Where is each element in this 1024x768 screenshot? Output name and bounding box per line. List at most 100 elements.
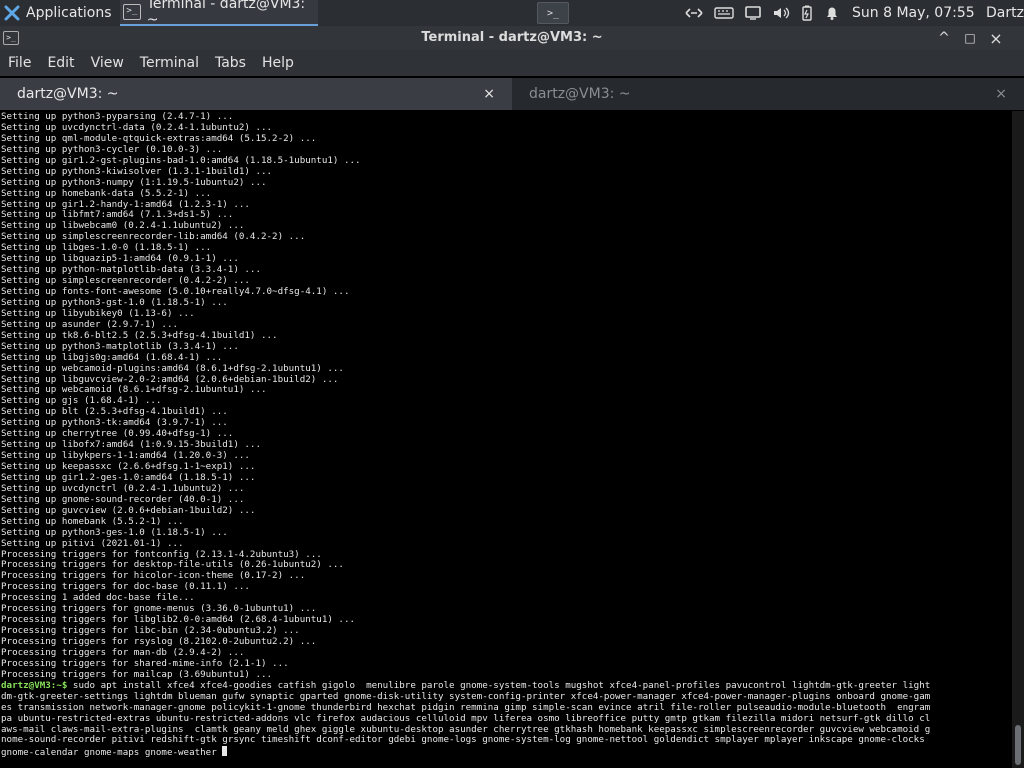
- terminal-line: Setting up libguvcview-2.0-2:amd64 (2.0.…: [1, 374, 339, 385]
- menu-help[interactable]: Help: [254, 50, 302, 76]
- terminal-line: Processing triggers for libglib2.0-0:amd…: [1, 615, 356, 626]
- terminal-line: Setting up fonts-font-awesome (5.0.10+re…: [1, 287, 350, 297]
- terminal-line: Setting up simplescreenrecorder (0.4.2-2…: [1, 276, 250, 287]
- shell-prompt: dartz@VM3:~$: [1, 680, 68, 691]
- applications-label: Applications: [26, 5, 112, 21]
- display-icon[interactable]: [744, 6, 762, 20]
- taskbar-terminal-button[interactable]: >_ Terminal - dartz@VM3: ~: [120, 0, 318, 28]
- terminal-line: Setting up uvcdynctrl (0.2.4-1.1ubuntu2)…: [1, 483, 245, 494]
- terminal-line: Setting up pitivi (2021.01-1) ...: [1, 538, 184, 549]
- minimize-button[interactable]: ^: [932, 26, 956, 50]
- terminal-line: Processing triggers for doc-base (0.11.1…: [1, 582, 250, 593]
- terminal-line: Setting up homebank-data (5.5.2-1) ...: [1, 188, 212, 199]
- terminal-line: Setting up libges-1.0-0 (1.18.5-1) ...: [1, 243, 212, 254]
- command-line: dartz@VM3:~$ sudo apt install xfce4 xfce…: [1, 681, 1011, 692]
- command-line: pa ubuntu-restricted-extras ubuntu-restr…: [1, 714, 1011, 725]
- taskbar-terminal-label: Terminal - dartz@VM3: ~: [146, 0, 306, 28]
- terminal-line: Setting up gir1.2-gst-plugins-bad-1.0:am…: [1, 155, 361, 166]
- maximize-button[interactable]: □: [958, 26, 982, 50]
- terminal-scrollbar[interactable]: [1012, 111, 1024, 768]
- terminal-line: Setting up python3-cycler (0.10.0-3) ...: [1, 144, 223, 155]
- terminal-line: Setting up libykpers-1-1:amd64 (1.20.0-3…: [1, 451, 250, 462]
- terminal-line: Processing triggers for fontconfig (2.13…: [1, 549, 322, 560]
- menu-view[interactable]: View: [83, 50, 132, 76]
- terminal-line: Setting up simplescreenrecorder-lib:amd6…: [1, 232, 306, 243]
- user-menu[interactable]: Dartz: [986, 0, 1024, 26]
- menu-file[interactable]: File: [0, 50, 39, 76]
- terminal-line: Setting up libquazip5-1:amd64 (0.9.1-1) …: [1, 254, 239, 265]
- terminal-line: Setting up gjs (1.68.4-1) ...: [1, 396, 162, 407]
- terminal-line: Setting up python3-gst-1.0 (1.18.5-1) ..…: [1, 297, 228, 308]
- terminal-line: Processing triggers for libc-bin (2.34-0…: [1, 626, 300, 637]
- menu-terminal[interactable]: Terminal: [132, 50, 207, 76]
- battery-icon[interactable]: [800, 5, 814, 21]
- terminal-launcher-button[interactable]: >_: [537, 2, 569, 24]
- terminal-line: Setting up webcamoid-plugins:amd64 (8.6.…: [1, 363, 344, 374]
- applications-menu[interactable]: Applications: [4, 0, 112, 26]
- terminal-line: Setting up libwebcam0 (0.2.4-1.1ubuntu2)…: [1, 221, 245, 232]
- tab-inactive[interactable]: dartz@VM3: ~ ×: [512, 78, 1024, 110]
- terminal-line: Processing triggers for hicolor-icon-the…: [1, 571, 306, 582]
- command-line: dm-gtk-greeter-settings lightdm blueman …: [1, 692, 1011, 703]
- menu-tabs[interactable]: Tabs: [207, 50, 254, 76]
- terminal-line: Setting up homebank (5.5.2-1) ...: [1, 516, 184, 527]
- terminal-line: Setting up gir1.2-handy-1:amd64 (1.2.3-1…: [1, 199, 250, 210]
- command-text: nome-sound-recorder pitivi redshift-gtk …: [1, 735, 931, 746]
- scrollbar-thumb[interactable]: [1015, 725, 1021, 765]
- terminal-launcher-icon: >_: [546, 7, 560, 19]
- terminal-lines: Setting up python3-pyparsing (2.4.7-1) .…: [1, 112, 1011, 757]
- command-text: aws-mail claws-mail-extra-plugins clamtk…: [1, 724, 931, 735]
- tab-label: dartz@VM3: ~: [529, 86, 631, 102]
- terminal-line: Processing triggers for man-db (2.9.4-2)…: [1, 647, 245, 658]
- terminal-line: Processing triggers for mailcap (3.69ubu…: [1, 669, 273, 680]
- command-text: pa ubuntu-restricted-extras ubuntu-restr…: [1, 713, 931, 724]
- terminal-line: Setting up blt (2.5.3+dfsg-4.1build1) ..…: [1, 407, 228, 418]
- command-text: sudo apt install xfce4 xfce4-goodies cat…: [67, 680, 931, 691]
- tab-close-button[interactable]: ×: [483, 78, 495, 110]
- clock[interactable]: Sun 8 May, 07:55: [852, 0, 975, 26]
- terminal-line: Setting up python3-ges-1.0 (1.18.5-1) ..…: [1, 527, 228, 538]
- window-title: Terminal - dartz@VM3: ~: [421, 30, 603, 45]
- menu-edit[interactable]: Edit: [39, 50, 82, 76]
- terminal-line: Setting up python3-numpy (1:1.19.5-1ubun…: [1, 177, 267, 188]
- terminal-line: Setting up qml-module-qtquick-extras:amd…: [1, 133, 317, 144]
- command-text: es transmission network-manager-gnome po…: [1, 702, 931, 713]
- terminal-line: Setting up guvcview (2.0.6+debian-1build…: [1, 505, 256, 516]
- terminal-line: Processing triggers for shared-mime-info…: [1, 658, 289, 669]
- notification-bell-icon[interactable]: [824, 5, 840, 21]
- text-cursor: [222, 746, 228, 757]
- tab-active[interactable]: dartz@VM3: ~ ×: [0, 78, 512, 110]
- terminal-line: Setting up cherrytree (0.99.40+dfsg-1) .…: [1, 429, 234, 440]
- terminal-line: Processing 1 added doc-base file...: [1, 593, 195, 604]
- terminal-line: Setting up gnome-sound-recorder (40.0-1)…: [1, 494, 245, 505]
- terminal-line: Setting up python3-pyparsing (2.4.7-1) .…: [1, 112, 234, 122]
- terminal-line: Setting up keepassxc (2.6.6+dfsg.1-1~exp…: [1, 462, 256, 472]
- terminal-icon: >_: [123, 4, 141, 20]
- system-tray: [684, 0, 840, 26]
- menu-bar: File Edit View Terminal Tabs Help: [0, 50, 1024, 76]
- terminal-line: Setting up gir1.2-ges-1.0:amd64 (1.18.5-…: [1, 472, 256, 483]
- terminal-line: Setting up python3-tk:amd64 (3.9.7-1) ..…: [1, 418, 228, 429]
- top-panel: Applications >_ Terminal - dartz@VM3: ~ …: [0, 0, 1024, 28]
- terminal-line: Processing triggers for rsyslog (8.2102.…: [1, 637, 317, 647]
- terminal-line: Setting up python-matplotlib-data (3.3.4…: [1, 265, 261, 276]
- command-line: gnome-calendar gnome-maps gnome-weather: [1, 746, 1011, 757]
- terminal-line: Processing triggers for desktop-file-uti…: [1, 560, 344, 571]
- keyboard-icon[interactable]: [714, 6, 734, 20]
- command-text: dm-gtk-greeter-settings lightdm blueman …: [1, 691, 931, 702]
- terminal-line: Setting up python3-matplotlib (3.3.4-1) …: [1, 341, 239, 352]
- command-line: aws-mail claws-mail-extra-plugins clamtk…: [1, 725, 1011, 736]
- terminal-output[interactable]: Setting up python3-pyparsing (2.4.7-1) .…: [0, 111, 1012, 768]
- xfce-logo-icon: [4, 5, 20, 21]
- close-window-button[interactable]: ×: [984, 26, 1008, 50]
- terminal-line: Setting up webcamoid (8.6.1+dfsg-2.1ubun…: [1, 385, 267, 396]
- terminal-line: Setting up python3-kiwisolver (1.3.1-1bu…: [1, 166, 273, 177]
- terminal-line: Setting up asunder (2.9.7-1) ...: [1, 319, 179, 330]
- command-line: es transmission network-manager-gnome po…: [1, 703, 1011, 714]
- command-text: gnome-calendar gnome-maps gnome-weather: [1, 747, 223, 758]
- volume-icon[interactable]: [772, 6, 790, 20]
- network-icon[interactable]: [684, 6, 704, 20]
- terminal-line: Setting up libgjs0g:amd64 (1.68.4-1) ...: [1, 352, 223, 363]
- tab-close-button[interactable]: ×: [995, 78, 1007, 110]
- window-titlebar[interactable]: >_ Terminal - dartz@VM3: ~ ^ □ ×: [0, 26, 1024, 50]
